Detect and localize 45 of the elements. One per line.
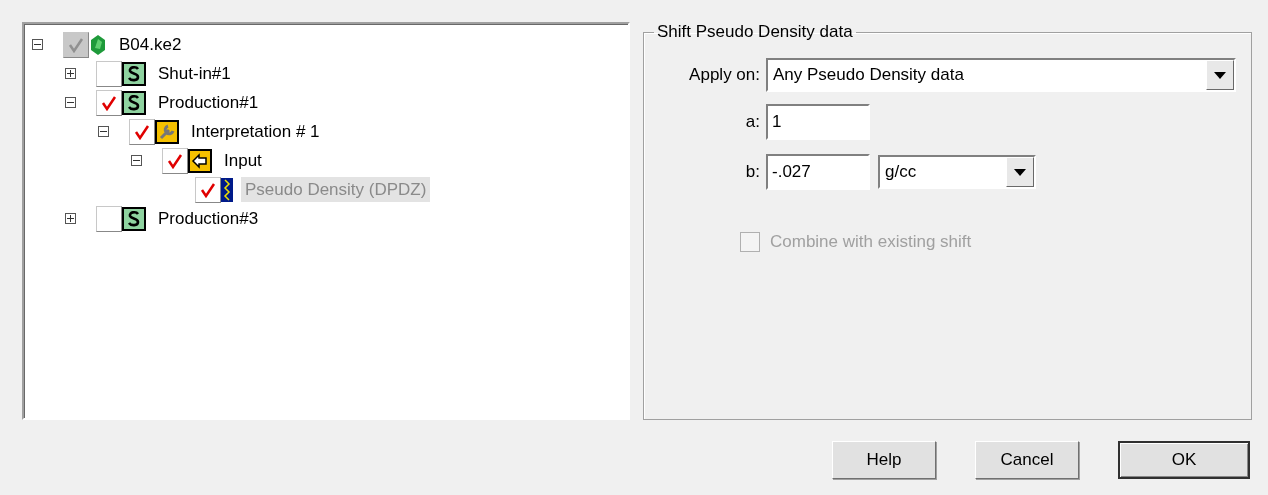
check-mark-icon [134,123,150,140]
expand-icon[interactable] [65,68,76,79]
field-label: a: [744,112,760,132]
check-mark-icon [167,152,183,169]
wrench-icon [155,119,179,144]
group-title: Shift Pseudo Density data [656,22,854,42]
caret-icon [1214,71,1226,79]
tree-item[interactable]: Shut-in#1 [154,61,235,86]
s-letter-icon [122,61,146,86]
check-mark-icon [68,36,84,53]
dialog-button[interactable]: Help [832,441,936,479]
tree-item[interactable]: Interpretation # 1 [187,119,324,144]
tree-checkbox[interactable] [96,205,122,232]
unit-dropdown[interactable]: g/cc [878,155,1036,189]
dialog-button[interactable]: OK [1118,441,1250,479]
tree-checkbox[interactable] [195,176,221,203]
checkbox-label: Combine with existing shift [770,232,972,252]
collapse-icon[interactable] [32,39,43,50]
collapse-icon[interactable] [65,97,76,108]
field-label: b: [744,162,760,182]
collapse-icon[interactable] [98,126,109,137]
s-letter-icon [122,90,146,115]
tree-checkbox[interactable] [162,147,188,174]
tree-checkbox[interactable] [129,118,155,145]
tree-checkbox[interactable] [96,89,122,116]
apply-on-dropdown[interactable]: Any Pseudo Density data [766,58,1236,92]
input-field[interactable]: 1 [766,104,870,140]
gem-icon [89,33,107,56]
expand-icon[interactable] [65,213,76,224]
tree-checkbox[interactable] [96,60,122,87]
tree-checkbox[interactable] [63,31,89,58]
dialog-button[interactable]: Cancel [975,441,1079,479]
caret-icon [1014,168,1026,176]
tree-item[interactable]: Input [220,148,266,173]
check-mark-icon [200,181,216,198]
field-label: Apply on: [688,65,760,85]
tree-item[interactable]: Production#1 [154,90,263,115]
collapse-icon[interactable] [131,155,142,166]
s-letter-icon [122,206,146,231]
curve-icon [221,177,233,202]
tree-item[interactable]: Production#3 [154,206,263,231]
check-mark-icon [101,94,117,111]
tree-item[interactable]: B04.ke2 [115,32,186,57]
arrow-left-icon [188,148,212,173]
input-field[interactable]: -.027 [766,154,870,190]
